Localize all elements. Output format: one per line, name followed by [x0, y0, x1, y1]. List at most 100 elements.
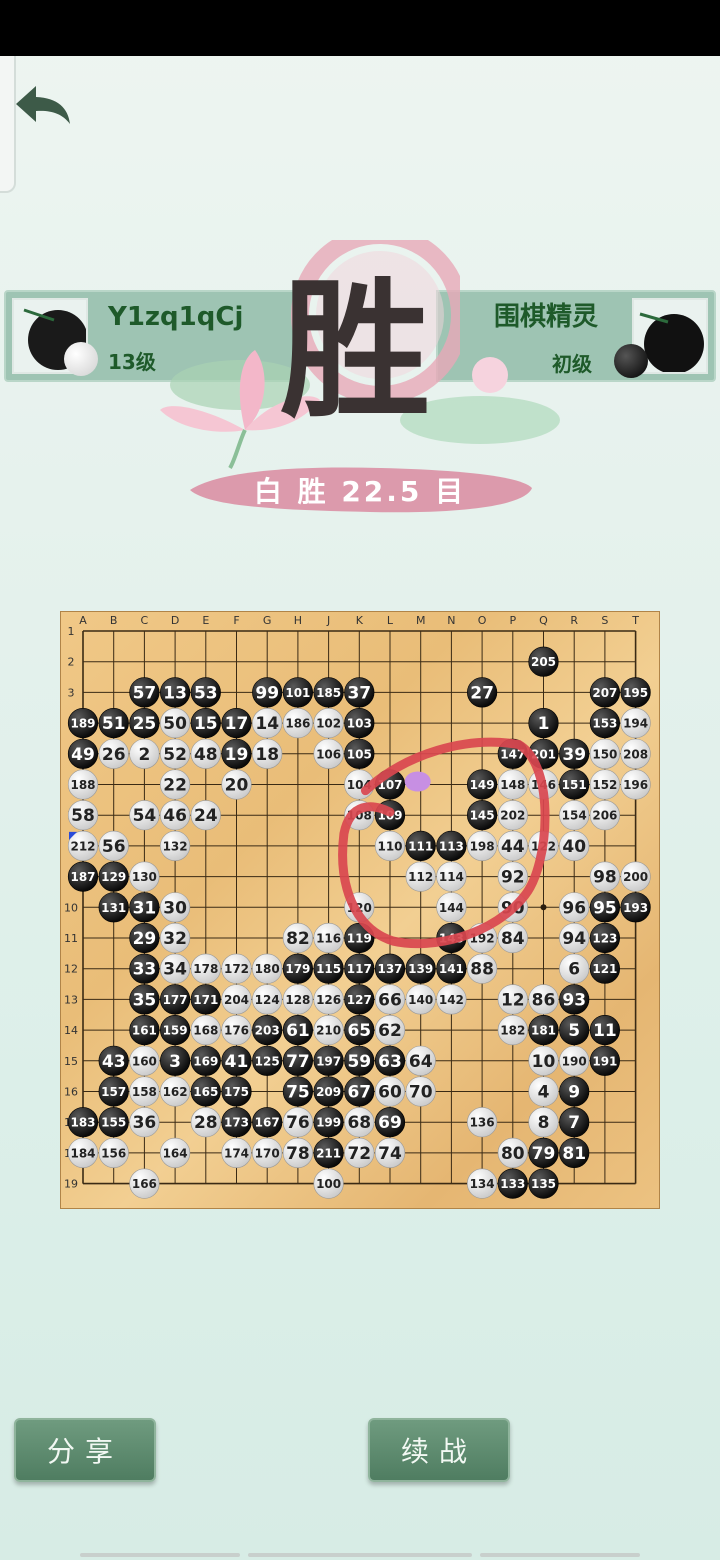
- move-number: 64: [409, 1052, 433, 1072]
- move-number: 149: [470, 778, 495, 792]
- move-number: 103: [347, 717, 372, 731]
- move-number: 82: [286, 929, 310, 949]
- move-number: 100: [316, 1177, 341, 1191]
- move-number: 1: [538, 714, 550, 734]
- move-number: 115: [316, 962, 341, 976]
- move-number: 70: [409, 1083, 433, 1103]
- move-number: 84: [501, 929, 525, 949]
- move-number: 199: [316, 1116, 341, 1130]
- move-number: 88: [470, 960, 494, 980]
- share-button[interactable]: 分享: [14, 1418, 156, 1482]
- move-number: 140: [408, 993, 433, 1007]
- move-number: 187: [70, 870, 95, 884]
- move-number: 61: [286, 1021, 310, 1041]
- move-number: 116: [316, 932, 341, 946]
- move-number: 169: [193, 1054, 218, 1068]
- move-number: 133: [500, 1177, 525, 1191]
- row-label: 16: [64, 1086, 78, 1099]
- move-number: 131: [101, 901, 126, 915]
- row-label: 15: [64, 1055, 78, 1068]
- move-number: 81: [562, 1144, 586, 1164]
- move-number: 197: [316, 1054, 341, 1068]
- move-number: 162: [163, 1085, 188, 1099]
- move-number: 202: [500, 809, 525, 823]
- go-board[interactable]: ABCDEFGHJKLMNOPQRST123456789101112131415…: [60, 611, 660, 1209]
- move-number: 63: [378, 1052, 402, 1072]
- move-number: 152: [592, 778, 617, 792]
- move-number: 160: [132, 1054, 157, 1068]
- move-number: 43: [102, 1052, 126, 1072]
- column-label: M: [416, 614, 426, 627]
- column-label: G: [263, 614, 272, 627]
- move-number: 99: [255, 683, 279, 703]
- move-number: 127: [347, 993, 372, 1007]
- board-grid[interactable]: ABCDEFGHJKLMNOPQRST123456789101112131415…: [61, 612, 661, 1210]
- move-number: 212: [70, 839, 95, 853]
- continue-button[interactable]: 续战: [368, 1418, 510, 1482]
- move-number: 180: [255, 962, 280, 976]
- move-number: 166: [132, 1177, 157, 1191]
- move-number: 8: [538, 1113, 550, 1133]
- move-number: 158: [132, 1085, 157, 1099]
- move-number: 77: [286, 1052, 310, 1072]
- column-label: O: [478, 614, 487, 627]
- move-number: 49: [71, 745, 95, 765]
- column-label: J: [326, 614, 330, 627]
- move-number: 9: [568, 1083, 580, 1103]
- move-number: 6: [568, 960, 580, 980]
- move-number: 18: [255, 745, 279, 765]
- move-number: 101: [285, 686, 310, 700]
- move-number: 137: [377, 962, 402, 976]
- move-number: 170: [255, 1146, 280, 1160]
- move-number: 139: [408, 962, 433, 976]
- column-label: A: [79, 614, 87, 627]
- move-number: 72: [347, 1144, 371, 1164]
- move-number: 206: [592, 809, 617, 823]
- move-number: 74: [378, 1144, 402, 1164]
- move-number: 168: [193, 1024, 218, 1038]
- move-number: 167: [255, 1116, 280, 1130]
- selection-marker: [404, 771, 431, 792]
- move-number: 92: [501, 868, 525, 888]
- move-number: 94: [562, 929, 586, 949]
- move-number: 172: [224, 962, 249, 976]
- move-number: 76: [286, 1113, 310, 1133]
- move-number: 34: [163, 960, 187, 980]
- move-number: 150: [592, 747, 617, 761]
- row-label: 13: [64, 993, 78, 1006]
- move-number: 10: [532, 1052, 556, 1072]
- column-label: T: [631, 614, 639, 627]
- move-number: 44: [501, 837, 525, 857]
- move-number: 155: [101, 1116, 126, 1130]
- move-number: 205: [531, 655, 556, 669]
- move-number: 37: [347, 683, 371, 703]
- move-number: 7: [568, 1113, 580, 1133]
- back-arrow-icon[interactable]: [14, 80, 74, 132]
- move-number: 184: [70, 1146, 95, 1160]
- white-player-rank: 13级: [108, 350, 156, 374]
- move-number: 59: [347, 1052, 371, 1072]
- row-label: 2: [68, 656, 75, 669]
- column-label: C: [141, 614, 149, 627]
- row-label: 11: [64, 932, 78, 945]
- move-number: 144: [439, 901, 464, 915]
- move-number: 57: [133, 683, 157, 703]
- move-number: 19: [225, 745, 249, 765]
- move-number: 102: [316, 717, 341, 731]
- column-label: E: [202, 614, 209, 627]
- victory-glyph: 胜: [280, 263, 431, 439]
- move-number: 79: [532, 1144, 556, 1164]
- move-number: 148: [500, 778, 525, 792]
- row-label: 1: [68, 625, 75, 638]
- move-number: 32: [163, 929, 187, 949]
- column-label: S: [601, 614, 608, 627]
- move-number: 26: [102, 745, 126, 765]
- move-number: 69: [378, 1113, 402, 1133]
- column-label: D: [171, 614, 179, 627]
- move-number: 35: [133, 990, 157, 1010]
- move-number: 51: [102, 714, 126, 734]
- white-stone-icon: [64, 342, 98, 376]
- row-label: 19: [64, 1178, 78, 1191]
- move-number: 110: [377, 839, 402, 853]
- move-number: 132: [163, 839, 188, 853]
